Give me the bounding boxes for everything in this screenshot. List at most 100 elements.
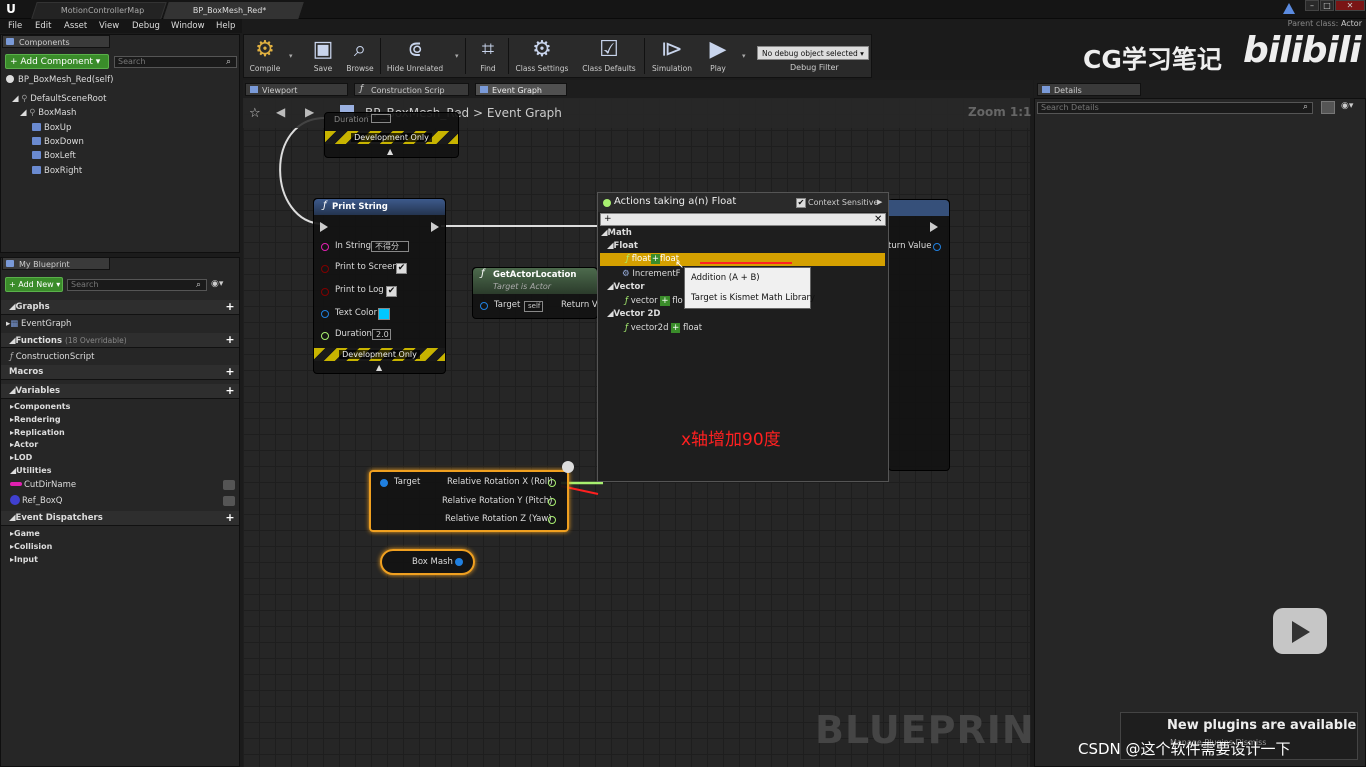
box-mash-pin[interactable] xyxy=(455,558,463,566)
parent-class-value[interactable]: Actor xyxy=(1341,19,1362,28)
play-button[interactable]: ▶ Play xyxy=(702,34,734,77)
component-self[interactable]: BP_BoxMesh_Red(self) xyxy=(6,73,113,87)
exec-out-pin[interactable] xyxy=(930,222,938,232)
components-tab[interactable]: Components xyxy=(2,35,110,48)
menu-window[interactable]: Window xyxy=(171,19,205,33)
in-string-input[interactable]: 不得分 xyxy=(371,241,409,252)
graph-item-eventgraph[interactable]: ▸▦ EventGraph xyxy=(6,317,71,331)
duration-pin[interactable] xyxy=(321,332,329,340)
details-tab[interactable]: Details xyxy=(1037,83,1141,96)
function-item-constructionscript[interactable]: ƒ ConstructionScript xyxy=(10,350,94,364)
exec-out-pin[interactable] xyxy=(431,222,439,232)
forward-arrow-icon[interactable]: ▶ xyxy=(305,105,314,119)
back-arrow-icon[interactable]: ◀ xyxy=(276,105,285,119)
category-math[interactable]: ◢Math xyxy=(601,227,886,240)
action-search-input[interactable]: + xyxy=(600,213,886,226)
component-defaultsceneroot[interactable]: ◢ ⚲ DefaultSceneRoot xyxy=(12,92,106,106)
tab-event-graph[interactable]: Event Graph xyxy=(475,83,567,96)
my-blueprint-search-input[interactable]: Search xyxy=(67,279,207,291)
action-item-increment[interactable]: ⚙ IncrementF xyxy=(622,268,682,281)
close-window-button[interactable]: ✕ xyxy=(1335,0,1365,11)
action-item-vector-plus-float[interactable]: ƒ vector + flo xyxy=(625,295,683,308)
context-sensitive-checkbox[interactable]: ✔ xyxy=(796,198,806,208)
exec-in-pin[interactable] xyxy=(320,222,328,232)
dispatcher-category-input[interactable]: ▸Input xyxy=(1,553,239,566)
print-to-screen-checkbox[interactable]: ✔ xyxy=(396,263,407,274)
breadcrumb-graph[interactable]: Event Graph xyxy=(487,106,562,120)
doc-tab-motioncontrollermap[interactable]: MotionControllerMap xyxy=(31,2,167,19)
target-pin[interactable] xyxy=(380,479,388,487)
section-event-dispatchers[interactable]: ◢Event Dispatchers + xyxy=(1,511,239,526)
feedback-icon[interactable] xyxy=(1283,3,1295,14)
doc-tab-bp-boxmesh-red[interactable]: BP_BoxMesh_Red* xyxy=(163,2,304,19)
save-button[interactable]: ▣ Save xyxy=(307,34,339,77)
menu-file[interactable]: File xyxy=(8,19,22,33)
target-pin[interactable] xyxy=(480,302,488,310)
pitch-pin[interactable] xyxy=(548,498,556,506)
action-item-float-plus-float[interactable]: ƒ float+float xyxy=(600,253,885,266)
print-to-log-pin[interactable] xyxy=(321,288,329,296)
yaw-pin[interactable] xyxy=(548,516,556,524)
minimize-button[interactable]: – xyxy=(1305,0,1319,11)
details-search-input[interactable]: Search Details xyxy=(1037,102,1313,114)
text-color-swatch[interactable] xyxy=(378,308,390,320)
menu-debug[interactable]: Debug xyxy=(132,19,160,33)
maximize-button[interactable]: □ xyxy=(1320,0,1334,11)
component-boxleft[interactable]: BoxLeft xyxy=(32,149,76,163)
menu-view[interactable]: View xyxy=(99,19,119,33)
component-boxright[interactable]: BoxRight xyxy=(32,164,82,178)
add-new-button[interactable]: + Add New ▾ xyxy=(5,277,63,292)
text-color-pin[interactable] xyxy=(321,310,329,318)
duration-input[interactable]: 2.0 xyxy=(372,329,391,340)
browse-button[interactable]: ⌕ Browse xyxy=(342,34,378,77)
property-matrix-icon[interactable] xyxy=(1321,101,1335,114)
variable-visibility-eye-icon[interactable] xyxy=(223,496,235,506)
debug-object-select[interactable]: No debug object selected ▾ xyxy=(757,46,869,60)
menu-help[interactable]: Help xyxy=(216,19,235,33)
print-to-screen-pin[interactable] xyxy=(321,265,329,273)
add-macro-plus-icon[interactable]: + xyxy=(225,366,235,377)
variable-visibility-eye-icon[interactable] xyxy=(223,480,235,490)
components-search-input[interactable]: Search xyxy=(114,56,237,68)
in-string-pin[interactable] xyxy=(321,243,329,251)
add-component-button[interactable]: + Add Component ▾ xyxy=(5,54,109,69)
component-boxup[interactable]: BoxUp xyxy=(32,121,71,135)
action-item-vector2d-plus-float[interactable]: ƒ vector2d + float xyxy=(625,322,735,335)
view-options-eye-icon[interactable]: ◉▾ xyxy=(1341,101,1353,111)
category-float[interactable]: ◢Float xyxy=(607,240,886,253)
add-function-plus-icon[interactable]: + xyxy=(225,334,235,345)
tab-construction-script[interactable]: Construction Scrip xyxy=(354,83,469,96)
chevron-right-icon[interactable]: ▶ xyxy=(877,198,882,206)
var-category-utilities[interactable]: ◢Utilities xyxy=(1,464,239,477)
compile-button[interactable]: ⚙ Compile xyxy=(245,34,285,77)
menu-asset[interactable]: Asset xyxy=(64,19,87,33)
play-options-chevron-icon[interactable]: ▾ xyxy=(742,52,746,60)
category-vector-2d[interactable]: ◢Vector 2D xyxy=(607,308,687,321)
favorite-star-icon[interactable]: ☆ xyxy=(249,106,261,121)
hide-unrelated-button[interactable]: ⟃ Hide Unrelated xyxy=(383,34,447,77)
comment-bubble-icon[interactable] xyxy=(562,461,574,473)
section-variables[interactable]: ◢Variables + xyxy=(1,384,239,399)
view-options-eye-icon[interactable]: ◉▾ xyxy=(211,279,223,289)
expand-arrow-icon[interactable]: ▲ xyxy=(387,147,393,156)
dispatcher-category-collision[interactable]: ▸Collision xyxy=(1,540,239,553)
find-button[interactable]: ⌗ Find xyxy=(470,34,506,77)
var-category-actor[interactable]: ▸Actor xyxy=(1,438,239,451)
print-to-log-checkbox[interactable]: ✔ xyxy=(386,286,397,297)
variable-ref-boxq[interactable]: Ref_BoxQ xyxy=(10,494,63,508)
duration-input[interactable] xyxy=(371,114,392,123)
hidden-node-behind-popup[interactable] xyxy=(888,199,950,471)
class-settings-button[interactable]: ⚙ Class Settings xyxy=(511,34,573,77)
variable-cutdirname[interactable]: CutDirName xyxy=(10,478,76,492)
dispatcher-category-game[interactable]: ▸Game xyxy=(1,527,239,540)
expand-arrow-icon[interactable]: ▲ xyxy=(376,363,382,372)
add-variable-plus-icon[interactable]: + xyxy=(225,385,235,396)
add-graph-plus-icon[interactable]: + xyxy=(225,301,235,312)
clear-search-icon[interactable]: ✕ xyxy=(874,213,882,226)
tab-viewport[interactable]: Viewport xyxy=(245,83,348,96)
roll-pin[interactable] xyxy=(548,479,556,487)
compile-options-chevron-icon[interactable]: ▾ xyxy=(289,52,293,60)
var-category-rendering[interactable]: ▸Rendering xyxy=(1,413,239,426)
var-category-lod[interactable]: ▸LOD xyxy=(1,451,239,464)
section-graphs[interactable]: ◢Graphs + xyxy=(1,300,239,315)
